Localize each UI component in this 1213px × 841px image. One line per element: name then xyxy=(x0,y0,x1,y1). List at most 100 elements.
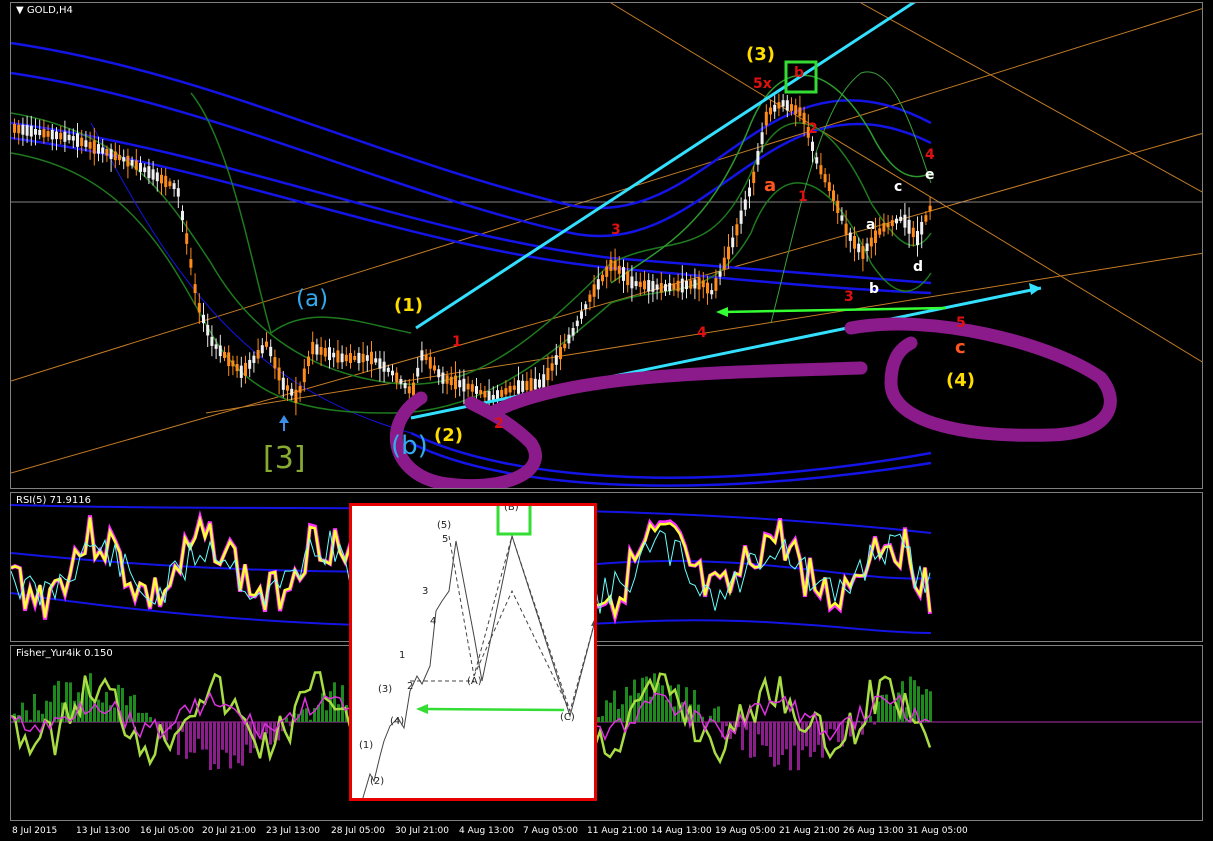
wave-label-red-1b: 1 xyxy=(798,189,808,205)
fisher-histogram-bar xyxy=(329,691,332,722)
candle-body xyxy=(445,375,449,384)
candle-body xyxy=(878,228,882,235)
candle-body xyxy=(17,124,21,134)
fisher-histogram-bar xyxy=(189,722,192,753)
candle-body xyxy=(206,324,210,336)
fisher-histogram-bar xyxy=(185,722,188,759)
fisher-histogram-bar xyxy=(889,704,892,722)
wave-label-white-c: c xyxy=(894,179,903,195)
fisher-histogram-bar xyxy=(829,722,832,729)
fisher-histogram-bar xyxy=(197,722,200,739)
inset-svg xyxy=(362,506,594,798)
candle-body xyxy=(160,174,163,184)
candle-body xyxy=(613,260,617,271)
fisher-histogram-bar xyxy=(233,722,236,756)
fisher-histogram-bar xyxy=(177,722,180,755)
candle-body xyxy=(113,151,117,161)
candle-body xyxy=(777,102,781,109)
candle-body xyxy=(84,140,88,147)
fisher-histogram-bar xyxy=(661,685,664,722)
candle-body xyxy=(420,350,424,361)
candle-body xyxy=(861,246,865,259)
fisher-histogram-bar xyxy=(325,710,328,722)
orange-channel-line xyxy=(860,3,1202,193)
inset-label-C: (C) xyxy=(560,712,575,723)
fisher-histogram-bar xyxy=(801,722,804,751)
inset-label-n5: 5 xyxy=(442,534,449,545)
candle-body xyxy=(214,344,218,349)
candle-body xyxy=(248,359,252,369)
time-axis-tick: 19 Aug 05:00 xyxy=(715,826,776,836)
chart-symbol-title[interactable]: ▼ GOLD,H4 xyxy=(16,5,73,16)
candle-body xyxy=(781,100,785,107)
candle-body xyxy=(319,346,323,355)
candle-body xyxy=(899,216,903,221)
candle-body xyxy=(97,144,100,154)
candle-body xyxy=(634,281,638,287)
candle-body xyxy=(617,265,621,274)
time-axis-tick: 16 Jul 05:00 xyxy=(140,826,194,836)
candle-body xyxy=(210,336,214,346)
wave-label-white-a: a xyxy=(866,217,876,233)
time-axis-tick: 4 Aug 13:00 xyxy=(459,826,514,836)
time-axis-tick: 20 Jul 21:00 xyxy=(202,826,256,836)
time-axis-tick: 31 Aug 05:00 xyxy=(907,826,968,836)
rsi-indicator-pane[interactable]: RSI(5) 71.9116 xyxy=(10,492,1203,642)
wave-label-red-5: 5 xyxy=(956,315,966,331)
candle-body xyxy=(567,334,571,344)
inset-label-p5: (5) xyxy=(437,520,452,531)
fisher-histogram-bar xyxy=(53,685,56,722)
fisher-histogram-bar xyxy=(913,680,916,722)
candle-body xyxy=(382,361,386,372)
candle-body xyxy=(865,243,869,251)
candle-body xyxy=(458,380,462,388)
candle-body xyxy=(563,343,567,349)
candle-body xyxy=(525,381,529,391)
candle-body xyxy=(697,277,701,290)
candle-body xyxy=(836,200,840,214)
fisher-histogram-bar xyxy=(137,712,140,722)
fisher-histogram-bar xyxy=(213,722,216,765)
price-chart-pane[interactable]: ▼ GOLD,H4 (a) (b) [3] (1) (2) (3) (4) 1 … xyxy=(10,2,1203,489)
candle-body xyxy=(105,148,109,156)
time-axis-tick: 28 Jul 05:00 xyxy=(331,826,385,836)
candle-body xyxy=(357,352,361,364)
candle-body xyxy=(890,220,894,227)
wave-label-two-paren: (2) xyxy=(434,425,463,446)
wave-label-three-square: [3] xyxy=(263,441,306,476)
wave-label-one-paren: (1) xyxy=(394,295,423,316)
candle-body xyxy=(571,327,575,336)
blue-envelope-line xyxy=(11,121,932,285)
inset-green-arrow xyxy=(423,707,565,712)
candle-body xyxy=(244,362,247,376)
fisher-histogram-bar xyxy=(749,722,752,758)
rsi-svg xyxy=(11,504,932,634)
candle-body xyxy=(193,284,197,294)
candle-body xyxy=(596,279,600,290)
fisher-histogram-bar xyxy=(145,712,148,722)
candle-body xyxy=(911,227,915,238)
candle-body xyxy=(769,107,772,115)
fisher-histogram-bar xyxy=(741,722,744,751)
candle-body xyxy=(307,356,310,367)
fisher-histogram-bar xyxy=(229,722,232,769)
fisher-histogram-bar xyxy=(205,722,208,750)
candle-body xyxy=(349,353,352,363)
candle-body xyxy=(601,274,604,282)
blue-envelope-line xyxy=(11,71,932,238)
fisher-indicator-pane[interactable]: Fisher_Yur4ik 0.150 xyxy=(10,645,1203,821)
fisher-histogram-bar xyxy=(105,691,108,722)
candle-body xyxy=(832,190,835,201)
inset-label-A: (A) xyxy=(467,676,482,687)
inset-label-p3: (3) xyxy=(378,684,393,695)
blue-envelope-line xyxy=(410,431,932,479)
candle-body xyxy=(811,141,814,151)
fisher-histogram-bar xyxy=(769,722,772,758)
candle-body xyxy=(685,280,688,290)
candle-body xyxy=(260,345,264,354)
candle-body xyxy=(227,352,231,366)
inset-label-p4: (4) xyxy=(390,716,405,727)
candle-body xyxy=(185,233,189,244)
candle-body xyxy=(403,383,407,389)
candle-body xyxy=(139,162,142,172)
